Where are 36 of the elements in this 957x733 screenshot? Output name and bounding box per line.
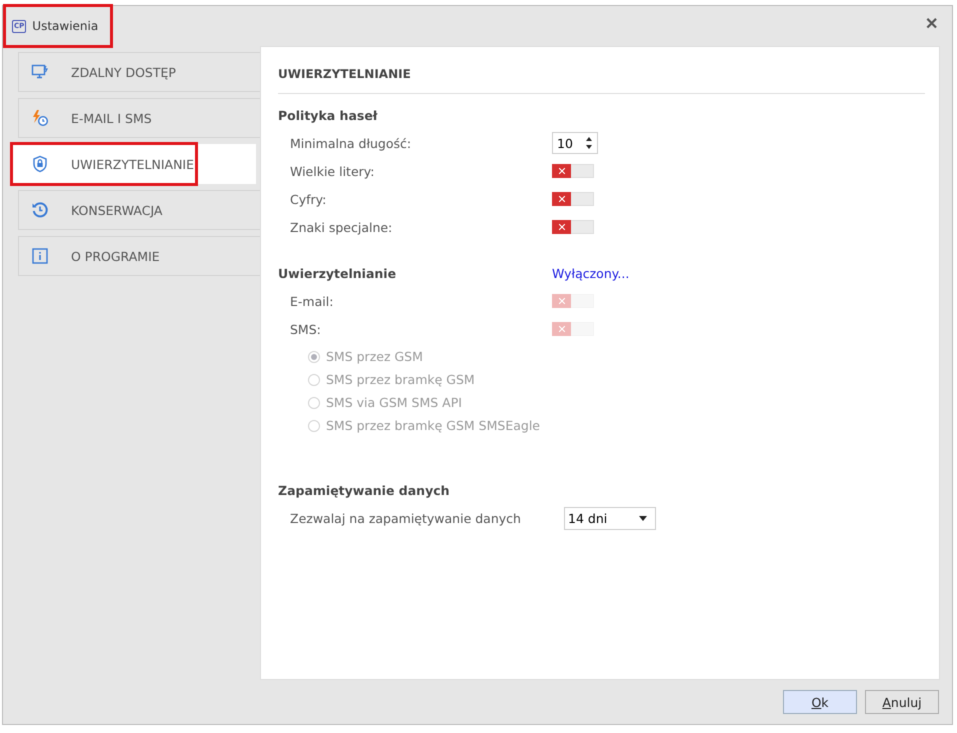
bolt-clock-icon <box>31 109 49 127</box>
sidebar-item[interactable]: O PROGRAMIE <box>18 236 260 276</box>
radio-label: SMS via GSM SMS API <box>326 395 462 410</box>
field-label: SMS: <box>289 322 322 336</box>
radio-label: SMS przez bramkę GSM <box>326 372 475 387</box>
min-length-spinner[interactable]: 10 <box>552 132 598 154</box>
sidebar-item[interactable]: KONSERWACJA <box>18 190 260 230</box>
caret-icon <box>639 516 647 520</box>
field-label: Wielkie litery: <box>289 164 376 178</box>
section-heading: Zapamiętywanie danych <box>278 483 451 498</box>
dialog-button[interactable]: Ok <box>783 690 857 714</box>
section-heading: Uwierzytelnianie <box>278 266 398 280</box>
sidebar-item[interactable]: E-MAIL I SMS <box>18 98 260 138</box>
toggle-switch[interactable] <box>552 220 594 234</box>
radio-label: SMS przez bramkę GSM SMSEagle <box>326 418 540 433</box>
toggle-switch[interactable] <box>552 192 594 206</box>
info-icon <box>31 247 49 265</box>
field-label: E-mail: <box>289 294 334 308</box>
retention-dropdown[interactable]: 14 dni <box>564 506 656 530</box>
shield-lock-icon <box>31 155 49 173</box>
field-label: Znaki specjalne: <box>289 220 394 234</box>
dialog-button[interactable]: Anuluj <box>865 690 939 714</box>
field-label: Cyfry: <box>289 192 328 206</box>
panel-title: UWIERZYTELNIANIE <box>278 47 925 94</box>
toggle-switch[interactable] <box>552 164 594 178</box>
spinner-arrows-icon <box>585 135 593 151</box>
field-label: Minimalna długość: <box>289 136 412 150</box>
section-heading: Polityka haseł <box>278 108 378 123</box>
sidebar-item[interactable]: ZDALNY DOSTĘP <box>18 52 260 92</box>
close-button[interactable]: ✕ <box>919 13 944 35</box>
field-label: Zezwalaj na zapamiętywanie danych <box>289 510 522 526</box>
window-title: Ustawienia <box>32 19 98 33</box>
history-icon <box>31 201 49 219</box>
radio-label: SMS przez GSM <box>326 349 423 364</box>
status-link[interactable]: Wyłączony... <box>552 266 630 280</box>
monitor-icon <box>31 63 49 81</box>
